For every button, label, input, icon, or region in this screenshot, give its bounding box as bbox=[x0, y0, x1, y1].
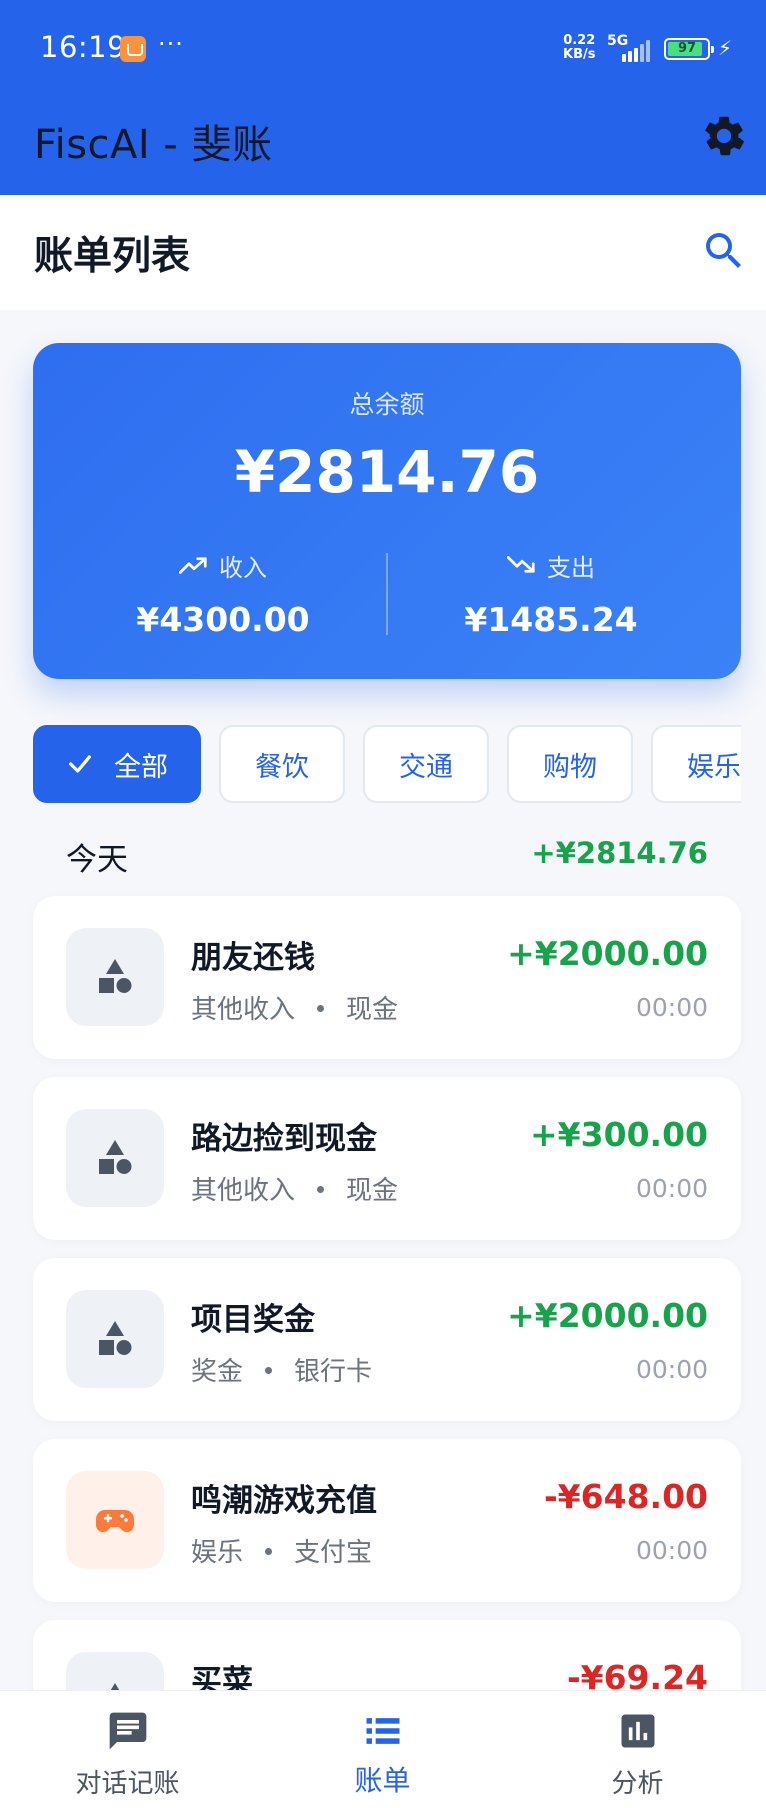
balance-divider bbox=[386, 553, 388, 635]
bottom-navigation: 对话记账 账单 分析 bbox=[0, 1690, 766, 1808]
day-group-label: 今天 bbox=[66, 842, 128, 878]
gear-icon bbox=[704, 116, 744, 156]
transaction-time: 00:00 bbox=[635, 1355, 708, 1384]
category-icon-box bbox=[66, 1109, 164, 1207]
income-summary: 收入 ¥4300.00 bbox=[73, 548, 373, 640]
charging-icon: ⚡ bbox=[718, 36, 733, 60]
balance-card: 总余额 ¥2814.76 收入 ¥4300.00 支出 ¥1485.24 bbox=[33, 343, 741, 679]
transaction-amount: +¥2000.00 bbox=[507, 934, 708, 973]
transaction-item[interactable]: 项目奖金 奖金 银行卡 +¥2000.00 00:00 bbox=[33, 1258, 741, 1421]
search-icon bbox=[706, 233, 741, 268]
transaction-account: 现金 bbox=[346, 995, 399, 1025]
gamepad-icon bbox=[95, 1510, 135, 1533]
category-icon-box bbox=[66, 1471, 164, 1569]
chat-icon bbox=[109, 1712, 147, 1750]
filter-chip-label: 餐饮 bbox=[255, 751, 309, 783]
transaction-category: 娱乐 bbox=[191, 1538, 244, 1568]
balance-total: ¥2814.76 bbox=[234, 438, 540, 506]
transaction-meta: 其他收入 现金 bbox=[191, 1170, 398, 1207]
transaction-title: 鸣潮游戏充值 bbox=[191, 1483, 377, 1519]
transaction-time: 00:00 bbox=[635, 993, 708, 1022]
transaction-title: 路边捡到现金 bbox=[191, 1121, 377, 1157]
battery-level: 97 bbox=[677, 41, 697, 56]
nav-analysis[interactable]: 分析 bbox=[510, 1691, 765, 1808]
transaction-account: 支付宝 bbox=[294, 1538, 373, 1568]
transaction-amount: +¥2000.00 bbox=[507, 1296, 708, 1335]
expense-label: 支出 bbox=[547, 553, 595, 582]
transaction-meta: 奖金 银行卡 bbox=[191, 1351, 372, 1388]
nav-chat-bookkeeping[interactable]: 对话记账 bbox=[0, 1691, 255, 1808]
transaction-time: 00:00 bbox=[635, 1174, 708, 1203]
net-speed: 0.22 KB/s bbox=[563, 34, 595, 62]
page-header: 账单列表 bbox=[0, 195, 766, 310]
bar-chart-icon bbox=[621, 1714, 655, 1748]
transaction-amount: +¥300.00 bbox=[530, 1115, 708, 1154]
transaction-meta: 其他收入 现金 bbox=[191, 989, 398, 1026]
filter-chip-label: 娱乐 bbox=[687, 751, 741, 783]
income-amount: ¥4300.00 bbox=[136, 600, 310, 639]
shapes-icon bbox=[99, 959, 132, 993]
shapes-icon bbox=[99, 1321, 132, 1355]
balance-label: 总余额 bbox=[349, 390, 425, 419]
check-icon bbox=[69, 755, 91, 773]
filter-chip-all[interactable]: 全部 bbox=[33, 725, 201, 803]
transaction-item[interactable]: 路边捡到现金 其他收入 现金 +¥300.00 00:00 bbox=[33, 1077, 741, 1240]
filter-chip-transport[interactable]: 交通 bbox=[363, 725, 489, 803]
shapes-icon bbox=[99, 1140, 132, 1174]
nav-bills[interactable]: 账单 bbox=[255, 1691, 510, 1808]
transaction-account: 银行卡 bbox=[294, 1357, 373, 1387]
transaction-account: 现金 bbox=[346, 1176, 399, 1206]
filter-chip-dining[interactable]: 餐饮 bbox=[219, 725, 345, 803]
category-filter-bar: 全部 餐饮 交通 购物 娱乐 bbox=[33, 725, 741, 803]
page-title: 账单列表 bbox=[34, 234, 191, 279]
category-icon-box bbox=[66, 1290, 164, 1388]
transaction-title: 项目奖金 bbox=[191, 1302, 315, 1338]
status-bar: 16:19 ··· 0.22 KB/s 5G 97 ⚡ bbox=[0, 0, 766, 100]
net-speed-value: 0.22 bbox=[563, 33, 596, 48]
filter-chip-label: 全部 bbox=[114, 751, 168, 783]
filter-chip-entertainment[interactable]: 娱乐 bbox=[651, 725, 741, 803]
trending-up-icon bbox=[179, 557, 207, 574]
day-group-total: +¥2814.76 bbox=[531, 836, 708, 870]
battery-icon: 97 bbox=[664, 38, 714, 60]
search-button[interactable] bbox=[700, 227, 748, 275]
app-title: FiscAI - 斐账 bbox=[34, 122, 273, 168]
status-time: 16:19 bbox=[40, 30, 127, 64]
nav-label: 账单 bbox=[354, 1764, 411, 1797]
transaction-category: 奖金 bbox=[191, 1357, 244, 1387]
trending-down-icon bbox=[507, 556, 535, 573]
transaction-amount: -¥648.00 bbox=[543, 1477, 708, 1516]
filter-chip-label: 购物 bbox=[543, 751, 597, 783]
transaction-category: 其他收入 bbox=[191, 995, 296, 1025]
income-label: 收入 bbox=[219, 553, 267, 582]
signal-icon bbox=[610, 38, 654, 62]
expense-summary: 支出 ¥1485.24 bbox=[401, 548, 701, 640]
transaction-title: 朋友还钱 bbox=[191, 940, 315, 976]
filter-chip-shopping[interactable]: 购物 bbox=[507, 725, 633, 803]
more-notifications: ··· bbox=[158, 30, 184, 58]
nav-label: 分析 bbox=[611, 1769, 664, 1799]
list-icon bbox=[366, 1718, 400, 1744]
net-speed-unit: KB/s bbox=[563, 47, 596, 62]
transaction-category: 其他收入 bbox=[191, 1176, 296, 1206]
nav-label: 对话记账 bbox=[75, 1769, 180, 1799]
transaction-item[interactable]: 鸣潮游戏充值 娱乐 支付宝 -¥648.00 00:00 bbox=[33, 1439, 741, 1602]
settings-button[interactable] bbox=[700, 112, 748, 160]
expense-amount: ¥1485.24 bbox=[464, 600, 638, 639]
transaction-time: 00:00 bbox=[635, 1536, 708, 1565]
transaction-item[interactable]: 朋友还钱 其他收入 现金 +¥2000.00 00:00 bbox=[33, 896, 741, 1059]
category-icon-box bbox=[66, 928, 164, 1026]
top-bar: 16:19 ··· 0.22 KB/s 5G 97 ⚡ FiscAI - 斐账 bbox=[0, 0, 766, 195]
shopping-bag-icon bbox=[120, 36, 146, 62]
transaction-meta: 娱乐 支付宝 bbox=[191, 1532, 372, 1569]
filter-chip-label: 交通 bbox=[399, 751, 453, 783]
